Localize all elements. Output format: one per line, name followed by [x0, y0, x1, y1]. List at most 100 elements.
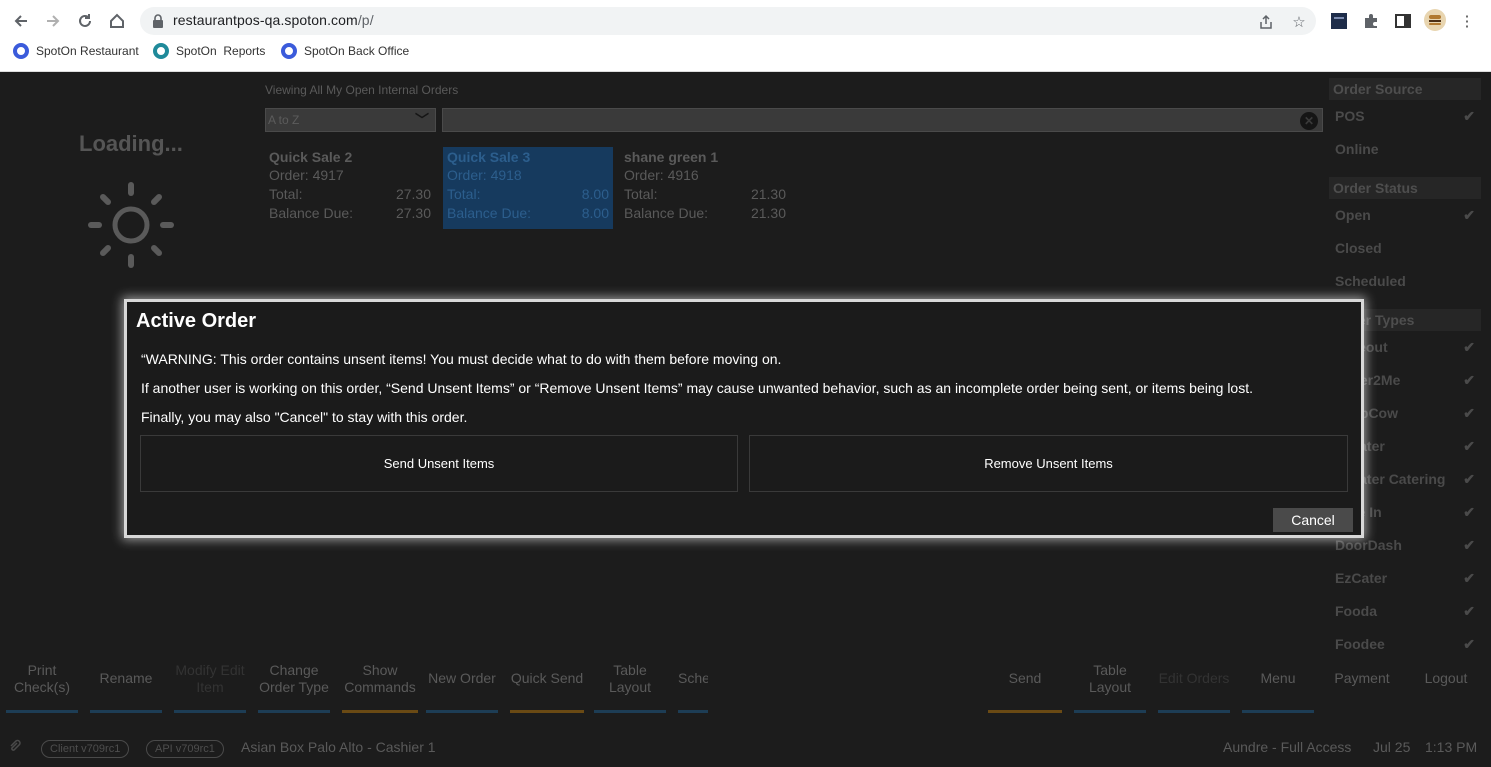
filter-closed[interactable]: Closed: [1335, 240, 1481, 256]
scheduled-orders-button[interactable]: Sched Or: [678, 647, 708, 713]
filter-open[interactable]: Open ✔: [1335, 207, 1481, 223]
sidepanel-icon[interactable]: [1394, 12, 1412, 30]
logout-button[interactable]: Logout: [1410, 647, 1482, 713]
modify-item-button[interactable]: Modify Edit Item: [174, 647, 246, 713]
order-number: Order: 4916: [624, 167, 699, 183]
balance-value: 8.00: [581, 205, 609, 221]
send-unsent-items-button[interactable]: Send Unsent Items: [140, 435, 738, 492]
sort-dropdown[interactable]: A to Z ﹀: [265, 108, 436, 132]
filter-type[interactable]: DoorDash ✔: [1335, 537, 1481, 553]
warning-message: If another user is working on this order…: [141, 380, 1253, 396]
table-layout-right-button[interactable]: Table Layout: [1074, 647, 1146, 713]
sun-spinner-icon: [88, 182, 178, 277]
filter-online[interactable]: Online: [1335, 141, 1481, 157]
order-card[interactable]: Quick Sale 2 Order: 4917 Total: 27.30 Bal…: [265, 147, 435, 229]
lock-icon: [152, 14, 164, 28]
order-source-heading: Order Source: [1329, 78, 1481, 100]
change-order-type-button[interactable]: Change Order Type: [258, 647, 330, 713]
balance-value: 21.30: [750, 205, 786, 221]
balance-label: Balance Due:: [447, 205, 532, 221]
total-value: 21.30: [750, 186, 786, 202]
total-label: Total:: [269, 186, 303, 202]
button-label: Print Check(s): [13, 661, 70, 695]
address-bar[interactable]: restaurantpos-qa.spoton.com/p/ ☆: [140, 7, 1316, 35]
date-label: Jul 25: [1373, 739, 1411, 755]
button-label: Table Layout: [1088, 661, 1132, 695]
menu-button[interactable]: Menu: [1242, 647, 1314, 713]
print-checks-button[interactable]: Print Check(s): [6, 647, 78, 713]
filter-type[interactable]: EzCater ✔: [1335, 570, 1481, 586]
api-version-badge: API v709rc1: [146, 740, 224, 758]
order-card[interactable]: shane green 1 Order: 4916 Total: 21.30 Ba…: [620, 147, 790, 229]
send-button[interactable]: Send: [988, 647, 1062, 713]
spoton-logo-icon: [13, 43, 29, 59]
button-label: New Order: [428, 670, 496, 686]
share-icon[interactable]: [1257, 13, 1275, 31]
filter-type[interactable]: Fooda ✔: [1335, 603, 1481, 619]
star-icon[interactable]: ☆: [1290, 13, 1308, 31]
chevron-down-icon: ﹀: [415, 112, 429, 128]
bookmark-spoton-back-office[interactable]: SpotOn Back Office: [281, 43, 409, 59]
warning-message: “WARNING: This order contains unsent ite…: [141, 351, 782, 367]
button-label: Send Unsent Items: [383, 456, 495, 471]
paperclip-icon[interactable]: [8, 738, 22, 759]
back-arrow-icon[interactable]: [9, 9, 33, 33]
filter-pos[interactable]: POS ✔: [1335, 108, 1481, 124]
forward-arrow-icon[interactable]: [41, 9, 65, 33]
cancel-button[interactable]: Cancel: [1273, 508, 1353, 532]
bookmark-label: SpotOn Back Office: [304, 44, 410, 58]
extension-app-icon[interactable]: [1330, 12, 1348, 30]
check-icon: ✔: [1463, 405, 1475, 421]
button-label: Payment: [1334, 670, 1390, 686]
table-layout-button[interactable]: Table Layout: [594, 647, 666, 713]
remove-unsent-items-button[interactable]: Remove Unsent Items: [749, 435, 1348, 492]
order-name: Quick Sale 2: [269, 149, 353, 165]
button-label: Send: [1008, 670, 1042, 686]
filter-scheduled[interactable]: Scheduled: [1335, 273, 1481, 289]
order-name: Quick Sale 3: [447, 149, 531, 165]
filter-label: Fooda: [1335, 603, 1377, 619]
bookmark-spoton-reports[interactable]: SpotOn Reports: [153, 43, 265, 59]
search-input[interactable]: ✕: [442, 108, 1323, 132]
warning-message: Finally, you may also "Cancel" to stay w…: [141, 409, 468, 425]
location-label: Asian Box Palo Alto - Cashier 1: [241, 739, 436, 755]
bookmark-spoton-restaurant[interactable]: SpotOn Restaurant: [13, 43, 139, 59]
show-commands-button[interactable]: Show Commands: [342, 647, 418, 713]
button-label: Cancel: [1291, 512, 1335, 528]
kebab-menu-icon[interactable]: ⋮: [1458, 12, 1476, 30]
new-order-button[interactable]: New Order: [426, 647, 498, 713]
avatar[interactable]: [1424, 9, 1446, 31]
bookmark-label: SpotOn Restaurant: [36, 44, 139, 58]
quick-send-button[interactable]: Quick Send: [510, 647, 584, 713]
balance-value: 27.30: [395, 205, 431, 221]
edit-orders-button[interactable]: Edit Orders: [1158, 647, 1230, 713]
check-icon: ✔: [1463, 504, 1475, 520]
order-card-selected[interactable]: Quick Sale 3 Order: 4918 Total: 8.00 Bala…: [443, 147, 613, 229]
spoton-logo-icon: [153, 43, 169, 59]
loading-label: Loading...: [79, 131, 183, 156]
order-total-row: Total: 27.30: [269, 185, 431, 204]
filter-label: Online: [1335, 141, 1379, 157]
check-icon: ✔: [1463, 108, 1475, 124]
status-bar: Client v709rc1 API v709rc1 Asian Box Pal…: [0, 732, 1491, 764]
filter-label: Open: [1335, 207, 1371, 223]
button-label: Quick Send: [510, 670, 584, 686]
check-icon: ✔: [1463, 570, 1475, 586]
bookmark-label: SpotOn Reports: [176, 44, 266, 58]
payment-button[interactable]: Payment: [1326, 647, 1398, 713]
check-icon: ✔: [1463, 339, 1475, 355]
order-number: Order: 4917: [269, 167, 344, 183]
rename-button[interactable]: Rename: [90, 647, 162, 713]
button-label: Show Commands: [344, 661, 416, 695]
filter-label: POS: [1335, 108, 1365, 124]
viewing-label: Viewing All My Open Internal Orders: [265, 83, 459, 97]
balance-label: Balance Due:: [624, 205, 709, 221]
balance-label: Balance Due:: [269, 205, 354, 221]
home-icon[interactable]: [105, 9, 129, 33]
url-host: restaurantpos-qa.spoton.com: [173, 12, 358, 28]
clear-search-icon[interactable]: ✕: [1300, 112, 1318, 130]
button-label: Rename: [99, 670, 153, 686]
filter-label: Scheduled: [1335, 273, 1406, 289]
puzzle-icon[interactable]: [1362, 12, 1380, 30]
reload-icon[interactable]: [73, 9, 97, 33]
